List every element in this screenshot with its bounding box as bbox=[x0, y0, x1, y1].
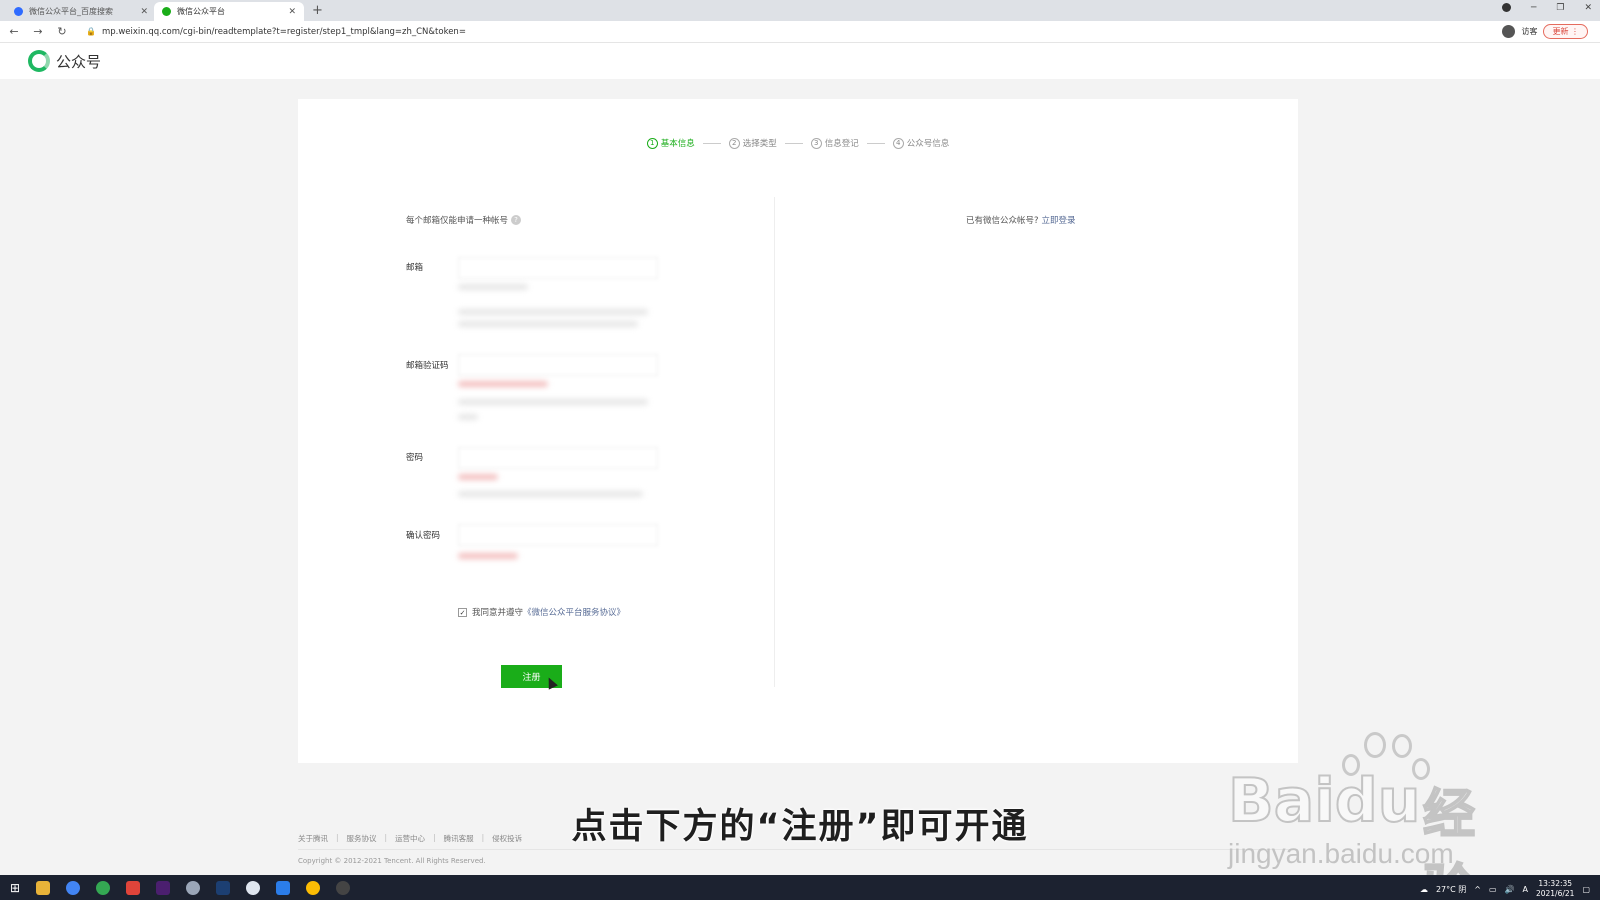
restore-icon[interactable]: ❐ bbox=[1556, 3, 1564, 13]
column-divider bbox=[774, 197, 775, 687]
url-text: mp.weixin.qq.com/cgi-bin/readtemplate?t=… bbox=[101, 26, 466, 37]
step-divider bbox=[784, 142, 803, 144]
window-controls: ─ ❐ ✕ bbox=[1501, 3, 1592, 13]
app-icon[interactable] bbox=[246, 880, 261, 895]
wechat-official-logo-icon bbox=[28, 50, 50, 72]
obs-icon[interactable] bbox=[336, 880, 351, 895]
forward-icon[interactable]: → bbox=[28, 25, 48, 38]
premiere-icon[interactable] bbox=[156, 880, 171, 895]
register-card: 1 基本信息 2 选择类型 3 信息登记 4 公众号信息 每个邮箱仅能申请一种帐… bbox=[298, 99, 1298, 763]
tray-chevron-icon[interactable]: ^ bbox=[1474, 885, 1481, 894]
system-tray: ☁ 27°C 阴 ^ ▭ 🔊 A 13:32:35 2021/6/21 ▢ bbox=[1420, 879, 1590, 899]
browser-icon[interactable] bbox=[96, 880, 111, 895]
email-hint bbox=[458, 321, 638, 327]
address-bar: ← → ↻ 🔒 mp.weixin.qq.com/cgi-bin/readtem… bbox=[0, 21, 1600, 43]
new-tab-button[interactable]: + bbox=[312, 3, 323, 18]
step-3: 3 信息登记 bbox=[810, 137, 859, 149]
login-link[interactable]: 立即登录 bbox=[1042, 216, 1076, 226]
step-4: 4 公众号信息 bbox=[892, 137, 949, 149]
confirm-password-label: 确认密码 bbox=[406, 531, 441, 541]
password-error bbox=[458, 474, 498, 480]
url-field[interactable]: 🔒 mp.weixin.qq.com/cgi-bin/readtemplate?… bbox=[86, 27, 466, 37]
windows-start-icon[interactable]: ⊞ bbox=[10, 881, 20, 895]
update-button[interactable]: 更新 ⋮ bbox=[1543, 24, 1588, 39]
email-code-hint bbox=[458, 399, 648, 405]
close-window-icon[interactable]: ✕ bbox=[1584, 3, 1592, 13]
wps-icon[interactable] bbox=[126, 880, 141, 895]
weather-icon[interactable]: ☁ bbox=[1420, 885, 1428, 894]
email-code-error bbox=[458, 381, 548, 387]
photoshop-icon[interactable] bbox=[216, 880, 231, 895]
clock[interactable]: 13:32:35 2021/6/21 bbox=[1536, 879, 1574, 899]
record-icon[interactable] bbox=[1501, 3, 1511, 12]
lock-icon[interactable]: 🔒 bbox=[86, 27, 96, 36]
email-code-label: 邮箱验证码 bbox=[406, 361, 449, 371]
confirm-password-error bbox=[458, 553, 518, 559]
email-hint bbox=[458, 309, 648, 315]
minimize-icon[interactable]: ─ bbox=[1531, 3, 1536, 13]
step-progress: 1 基本信息 2 选择类型 3 信息登记 4 公众号信息 bbox=[298, 137, 1298, 149]
chrome-icon[interactable] bbox=[66, 880, 81, 895]
network-icon[interactable]: ▭ bbox=[1489, 885, 1497, 894]
copyright: Copyright © 2012-2021 Tencent. All Right… bbox=[298, 857, 486, 865]
agreement-link[interactable]: 《微信公众平台服务协议》 bbox=[523, 606, 625, 618]
wechat-favicon-icon bbox=[162, 7, 171, 16]
email-notice: 每个邮箱仅能申请一种帐号 ? bbox=[406, 214, 522, 226]
password-hint bbox=[458, 491, 643, 497]
close-icon[interactable]: ✕ bbox=[140, 7, 148, 17]
agree-checkbox[interactable]: ✓ bbox=[458, 607, 467, 617]
browser-tabbar: 微信公众平台_百度搜索 ✕ 微信公众平台 ✕ + ─ ❐ ✕ bbox=[0, 0, 1600, 21]
taskbar: ⊞ ☁ 27°C 阴 ^ ▭ 🔊 A 13:32:35 2021/6/21 ▢ bbox=[0, 875, 1600, 900]
app-icon[interactable] bbox=[276, 880, 291, 895]
step-divider bbox=[702, 142, 721, 144]
page-header: 公众号 bbox=[0, 43, 1600, 79]
back-icon[interactable]: ← bbox=[4, 25, 24, 38]
browser-tab-baidu[interactable]: 微信公众平台_百度搜索 ✕ bbox=[6, 2, 156, 21]
email-label: 邮箱 bbox=[406, 263, 424, 273]
browser-tab-weixin[interactable]: 微信公众平台 ✕ bbox=[154, 2, 304, 21]
help-icon[interactable]: ? bbox=[511, 215, 522, 225]
confirm-password-field[interactable] bbox=[458, 524, 658, 546]
file-explorer-icon[interactable] bbox=[36, 880, 51, 895]
tab-label: 微信公众平台_百度搜索 bbox=[29, 7, 113, 16]
watermark-brand: Baidu bbox=[1227, 765, 1421, 837]
footer-divider bbox=[298, 849, 1298, 850]
email-code-field[interactable] bbox=[458, 354, 658, 376]
baidu-watermark: Baidu 经验 jingyan.baidu.com bbox=[1227, 728, 1518, 900]
notification-icon[interactable]: ▢ bbox=[1582, 885, 1590, 894]
ime-icon[interactable]: A bbox=[1522, 885, 1527, 894]
agreement-row: ✓ 我同意并遵守 《微信公众平台服务协议》 bbox=[458, 606, 626, 618]
email-code-hint bbox=[458, 414, 478, 420]
password-field[interactable] bbox=[458, 447, 658, 469]
email-field[interactable] bbox=[458, 257, 658, 279]
watermark-url: jingyan.baidu.com bbox=[1228, 838, 1454, 869]
close-icon[interactable]: ✕ bbox=[288, 7, 296, 17]
email-hint bbox=[458, 284, 528, 290]
weather-text[interactable]: 27°C 阴 bbox=[1436, 884, 1466, 895]
login-tip: 已有微信公众帐号? 立即登录 bbox=[966, 216, 1076, 226]
password-label: 密码 bbox=[406, 453, 424, 463]
baidu-favicon-icon bbox=[14, 7, 23, 16]
logo-text: 公众号 bbox=[56, 52, 102, 71]
user-label[interactable]: 访客 bbox=[1521, 26, 1537, 37]
step-1: 1 基本信息 bbox=[646, 137, 695, 149]
avatar[interactable] bbox=[1502, 25, 1516, 38]
logo[interactable]: 公众号 bbox=[28, 50, 101, 72]
tab-label: 微信公众平台 bbox=[177, 7, 225, 16]
reload-icon[interactable]: ↻ bbox=[52, 25, 72, 38]
step-divider bbox=[866, 142, 885, 144]
chrome-active-icon[interactable] bbox=[306, 880, 321, 895]
volume-icon[interactable]: 🔊 bbox=[1505, 885, 1515, 894]
app-icon[interactable] bbox=[186, 880, 201, 895]
step-2: 2 选择类型 bbox=[728, 137, 777, 149]
